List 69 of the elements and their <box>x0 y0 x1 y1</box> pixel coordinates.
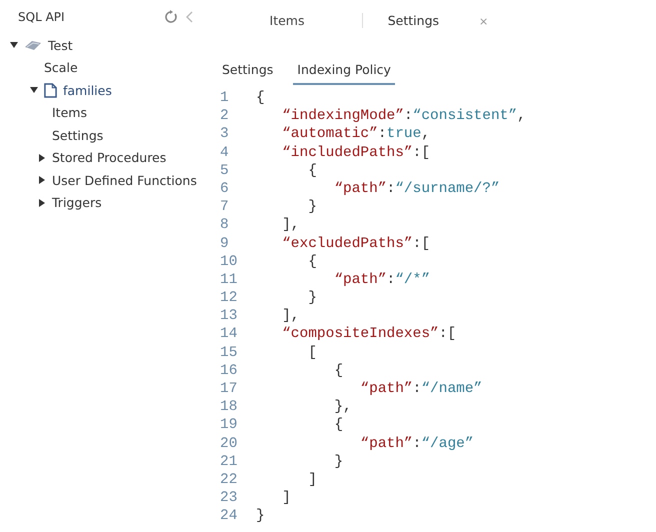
code-line: ], <box>281 307 300 326</box>
tree-item[interactable]: Items <box>52 105 87 120</box>
expand-arrow-icon[interactable] <box>30 86 38 94</box>
line-number: 11 <box>219 270 238 290</box>
line-number: 12 <box>219 289 238 308</box>
code-line: } <box>333 452 344 471</box>
code-line: { <box>256 89 265 108</box>
code-line: ] <box>307 470 317 490</box>
line-number: 10 <box>219 252 238 271</box>
database-icon <box>24 39 42 52</box>
code-line: “path”:“/name” <box>359 380 482 398</box>
code-line: “automatic”:true, <box>281 125 430 144</box>
panel-title: SQL API <box>18 10 66 24</box>
code-line: [ <box>307 344 317 362</box>
line-number: 8 <box>219 216 230 234</box>
line-number: 15 <box>219 344 238 362</box>
tree-item[interactable]: Scale <box>44 60 78 76</box>
code-line: “compositeIndexes”:[ <box>281 325 456 344</box>
line-number: 18 <box>219 398 238 416</box>
code-line: { <box>333 416 344 435</box>
tree-item[interactable]: Triggers <box>52 195 102 210</box>
code-line: ], <box>281 216 300 234</box>
line-number: 17 <box>219 380 238 398</box>
tab[interactable]: Items <box>212 12 363 28</box>
expand-arrow-icon[interactable] <box>38 176 46 184</box>
line-number: 19 <box>219 416 238 435</box>
tree-item[interactable]: Test <box>48 38 73 53</box>
code-line: } <box>307 198 317 216</box>
line-number: 3 <box>219 125 230 144</box>
code-line: “excludedPaths”:[ <box>281 234 430 253</box>
code-line: “path”:“/*” <box>333 270 430 290</box>
tab[interactable]: Settings <box>218 60 278 85</box>
tree-item[interactable]: Stored Procedures <box>52 150 166 166</box>
refresh-icon[interactable] <box>164 10 178 24</box>
line-number: 14 <box>219 325 238 344</box>
tree-item[interactable]: Settings <box>52 128 104 143</box>
code-line: } <box>256 507 265 526</box>
tab[interactable]: Indexing Policy <box>293 60 395 85</box>
code-line: “includedPaths”:[ <box>281 144 430 162</box>
tree-item[interactable]: User Defined Functions <box>52 172 197 188</box>
code-line: { <box>333 362 344 380</box>
expand-arrow-icon[interactable] <box>38 198 46 207</box>
line-number: 21 <box>219 452 238 471</box>
line-number: 20 <box>219 434 238 453</box>
line-number: 1 <box>219 89 230 108</box>
line-number: 6 <box>219 180 230 198</box>
code-line: { <box>307 162 317 180</box>
line-number: 13 <box>219 307 238 326</box>
code-line: ] <box>281 489 291 508</box>
expand-arrow-icon[interactable] <box>10 41 18 50</box>
line-number: 2 <box>219 107 230 126</box>
line-number: 9 <box>219 234 230 253</box>
line-number: 5 <box>219 162 230 180</box>
code-line: } <box>307 289 317 308</box>
line-number: 7 <box>219 198 230 216</box>
line-number: 23 <box>219 489 238 508</box>
document-icon <box>44 82 57 98</box>
line-number: 22 <box>219 470 238 490</box>
tab[interactable]: Settings × <box>363 12 513 28</box>
code-line: “indexingMode”:“consistent”, <box>281 107 526 126</box>
code-line: “path”:“/surname/?” <box>333 180 500 198</box>
line-number: 24 <box>219 507 238 526</box>
expand-arrow-icon[interactable] <box>38 154 46 162</box>
tree-item[interactable]: families <box>63 82 112 98</box>
line-number: 4 <box>219 144 230 162</box>
code-line: “path”:“/age” <box>359 434 474 453</box>
code-line: }, <box>333 398 352 416</box>
line-number: 16 <box>219 362 238 380</box>
code-line: { <box>307 252 317 271</box>
